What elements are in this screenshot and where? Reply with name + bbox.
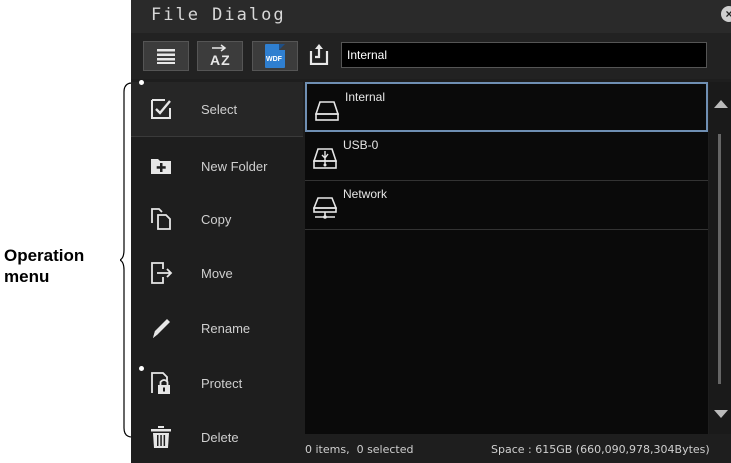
menu-item-copy[interactable]: Copy: [131, 192, 303, 246]
trash-icon: [151, 426, 171, 448]
free-space: Space : 615GB (660,090,978,304Bytes): [491, 443, 710, 456]
wdf-file-icon: WDF: [265, 44, 285, 68]
drive-icon: [315, 101, 339, 121]
file-dialog: File Dialog × AZ WDF Internal Select New…: [131, 0, 731, 463]
wdf-label: WDF: [266, 56, 282, 63]
menu-item-label: Select: [201, 101, 238, 117]
copy-icon: [151, 208, 171, 230]
folder-up-icon[interactable]: [309, 43, 329, 65]
menu-item-rename[interactable]: Rename: [131, 301, 303, 355]
select-check-icon: [151, 99, 171, 119]
menu-item-label: Rename: [201, 320, 251, 336]
list-item-label: USB-0: [343, 138, 379, 152]
sort-button[interactable]: AZ: [197, 41, 243, 71]
status-bar: 0 items, 0 selected Space : 615GB (660,0…: [305, 434, 731, 463]
menu-item-label: Delete: [201, 429, 239, 445]
list-icon: [157, 49, 175, 64]
operation-menu-annotation: Operation menu: [4, 245, 116, 287]
scroll-track[interactable]: [718, 134, 721, 384]
title-bar: File Dialog ×: [131, 0, 731, 33]
menu-item-label: Protect: [201, 375, 243, 391]
menu-item-protect[interactable]: Protect: [131, 356, 303, 410]
menu-item-move[interactable]: Move: [131, 246, 303, 300]
scroll-down-icon[interactable]: [714, 410, 728, 418]
network-icon: [313, 197, 337, 219]
menu-item-label: Move: [201, 265, 233, 281]
close-icon[interactable]: ×: [721, 6, 731, 22]
operation-menu: Select New Folder Copy Move Rename Prote…: [131, 82, 303, 463]
annotation-dot: [139, 366, 144, 371]
dialog-title: File Dialog: [151, 5, 286, 25]
operation-menu-annotation-text: Operation menu: [4, 246, 85, 286]
pencil-icon: [153, 319, 170, 338]
sort-az-icon: AZ: [208, 44, 232, 68]
scrollbar[interactable]: [709, 82, 731, 434]
sort-label: AZ: [210, 52, 231, 68]
scroll-up-icon[interactable]: [714, 100, 728, 108]
menu-item-new-folder[interactable]: New Folder: [131, 139, 303, 193]
menu-item-label: Copy: [201, 211, 232, 227]
wdf-filter-button[interactable]: WDF: [252, 41, 298, 71]
list-item-label: Network: [343, 187, 388, 201]
item-count: 0 items, 0 selected: [305, 443, 414, 456]
list-item-network[interactable]: Network: [305, 181, 708, 230]
list-item-internal[interactable]: Internal: [305, 82, 708, 132]
list-item-label: Internal: [345, 90, 386, 104]
file-list: Internal USB-0 Network: [305, 82, 708, 434]
menu-item-select[interactable]: Select: [131, 82, 303, 137]
lock-icon: [151, 372, 170, 394]
usb-icon: [313, 148, 337, 169]
new-folder-icon: [151, 159, 171, 174]
list-view-button[interactable]: [143, 41, 189, 71]
toolbar: AZ WDF Internal: [131, 33, 731, 79]
menu-item-label: New Folder: [201, 158, 268, 174]
path-input[interactable]: Internal: [341, 42, 707, 68]
move-icon: [151, 262, 173, 284]
list-item-usb[interactable]: USB-0: [305, 132, 708, 181]
annotation-dot: [139, 80, 144, 85]
menu-item-delete[interactable]: Delete: [131, 410, 303, 463]
